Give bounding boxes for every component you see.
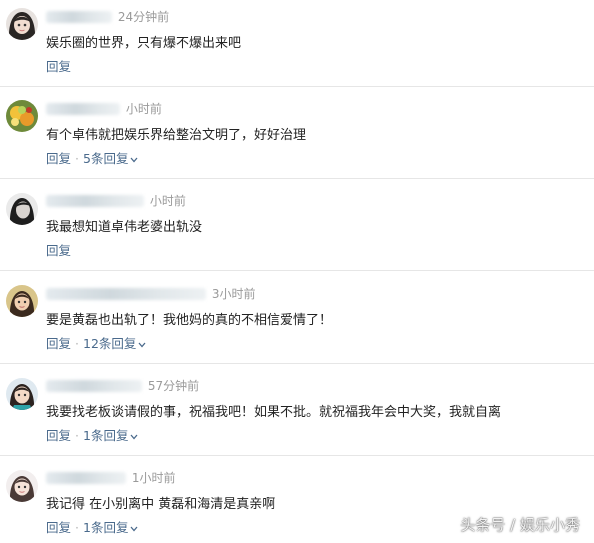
replies-count: 12条回复 [83,336,137,351]
watermark: 头条号 / 娱乐小秀 [460,516,580,534]
comment-meta: 24分钟前 [46,8,169,26]
view-replies-button[interactable]: 12条回复 [83,336,146,351]
username-blurred[interactable] [46,10,112,23]
reply-button[interactable]: 回复 [46,243,71,258]
comment-text: 娱乐圈的世界，只有爆不爆出来吧 [46,36,242,51]
comment-time: 57分钟前 [147,379,200,393]
comment-text: 有个卓伟就把娱乐界给整治文明了，好好治理 [46,128,307,143]
comment-actions: 回复 · 5条回复 [46,148,138,167]
action-separator: · [75,428,79,443]
username-blurred[interactable] [46,379,142,392]
action-separator: · [75,151,79,166]
avatar[interactable] [6,470,38,502]
action-separator: · [75,336,79,351]
chevron-down-icon [130,434,138,439]
username-blurred[interactable] [46,287,206,300]
avatar-image [6,193,38,225]
comment-text: 我要找老板谈请假的事，祝福我吧！如果不批。就祝福我年会中大奖，我就自离 [46,405,502,420]
avatar-image [6,378,38,410]
view-replies-button[interactable]: 5条回复 [83,151,138,166]
divider [0,363,594,364]
divider [0,178,594,179]
avatar[interactable] [6,378,38,410]
avatar-image [6,470,38,502]
comment-meta: 57分钟前 [46,377,199,395]
comment-feed: 24分钟前 娱乐圈的世界，只有爆不爆出来吧 回复 小时前 有个卓伟就把娱乐界给整… [0,0,594,543]
comment-meta: 小时前 [46,192,186,210]
avatar-image [6,285,38,317]
replies-count: 5条回复 [83,151,129,166]
reply-button[interactable]: 回复 [46,428,71,443]
replies-count: 1条回复 [83,520,129,535]
comment-actions: 回复 · 1条回复 [46,517,138,536]
comment-text: 要是黄磊也出轨了！我他妈的真的不相信爱情了！ [46,313,333,328]
view-replies-button[interactable]: 1条回复 [83,428,138,443]
comment-text: 我记得 在小别离中 黄磊和海清是真亲啊 [46,497,276,512]
reply-button[interactable]: 回复 [46,59,71,74]
divider [0,455,594,456]
avatar[interactable] [6,100,38,132]
avatar-image [6,100,38,132]
comment-time: 小时前 [125,102,162,116]
replies-count: 1条回复 [83,428,129,443]
comment-time: 24分钟前 [117,10,170,24]
comment-meta: 1小时前 [46,469,175,487]
comment-meta: 小时前 [46,100,162,118]
reply-button[interactable]: 回复 [46,520,71,535]
reply-button[interactable]: 回复 [46,151,71,166]
chevron-down-icon [138,342,146,347]
comment-time: 1小时前 [131,471,176,485]
avatar[interactable] [6,8,38,40]
action-separator: · [75,520,79,535]
comment-actions: 回复 · 1条回复 [46,425,138,444]
comment-meta: 3小时前 [46,285,255,303]
avatar[interactable] [6,193,38,225]
comment-actions: 回复 [46,56,71,75]
username-blurred[interactable] [46,102,120,115]
comment-time: 小时前 [149,194,186,208]
divider [0,270,594,271]
comment-text: 我最想知道卓伟老婆出轨没 [46,220,203,235]
username-blurred[interactable] [46,471,126,484]
comment-actions: 回复 · 12条回复 [46,333,146,352]
comment-actions: 回复 [46,240,71,259]
username-blurred[interactable] [46,194,144,207]
comment-time: 3小时前 [211,287,256,301]
avatar[interactable] [6,285,38,317]
view-replies-button[interactable]: 1条回复 [83,520,138,535]
divider [0,86,594,87]
avatar-image [6,8,38,40]
reply-button[interactable]: 回复 [46,336,71,351]
chevron-down-icon [130,157,138,162]
chevron-down-icon [130,526,138,531]
